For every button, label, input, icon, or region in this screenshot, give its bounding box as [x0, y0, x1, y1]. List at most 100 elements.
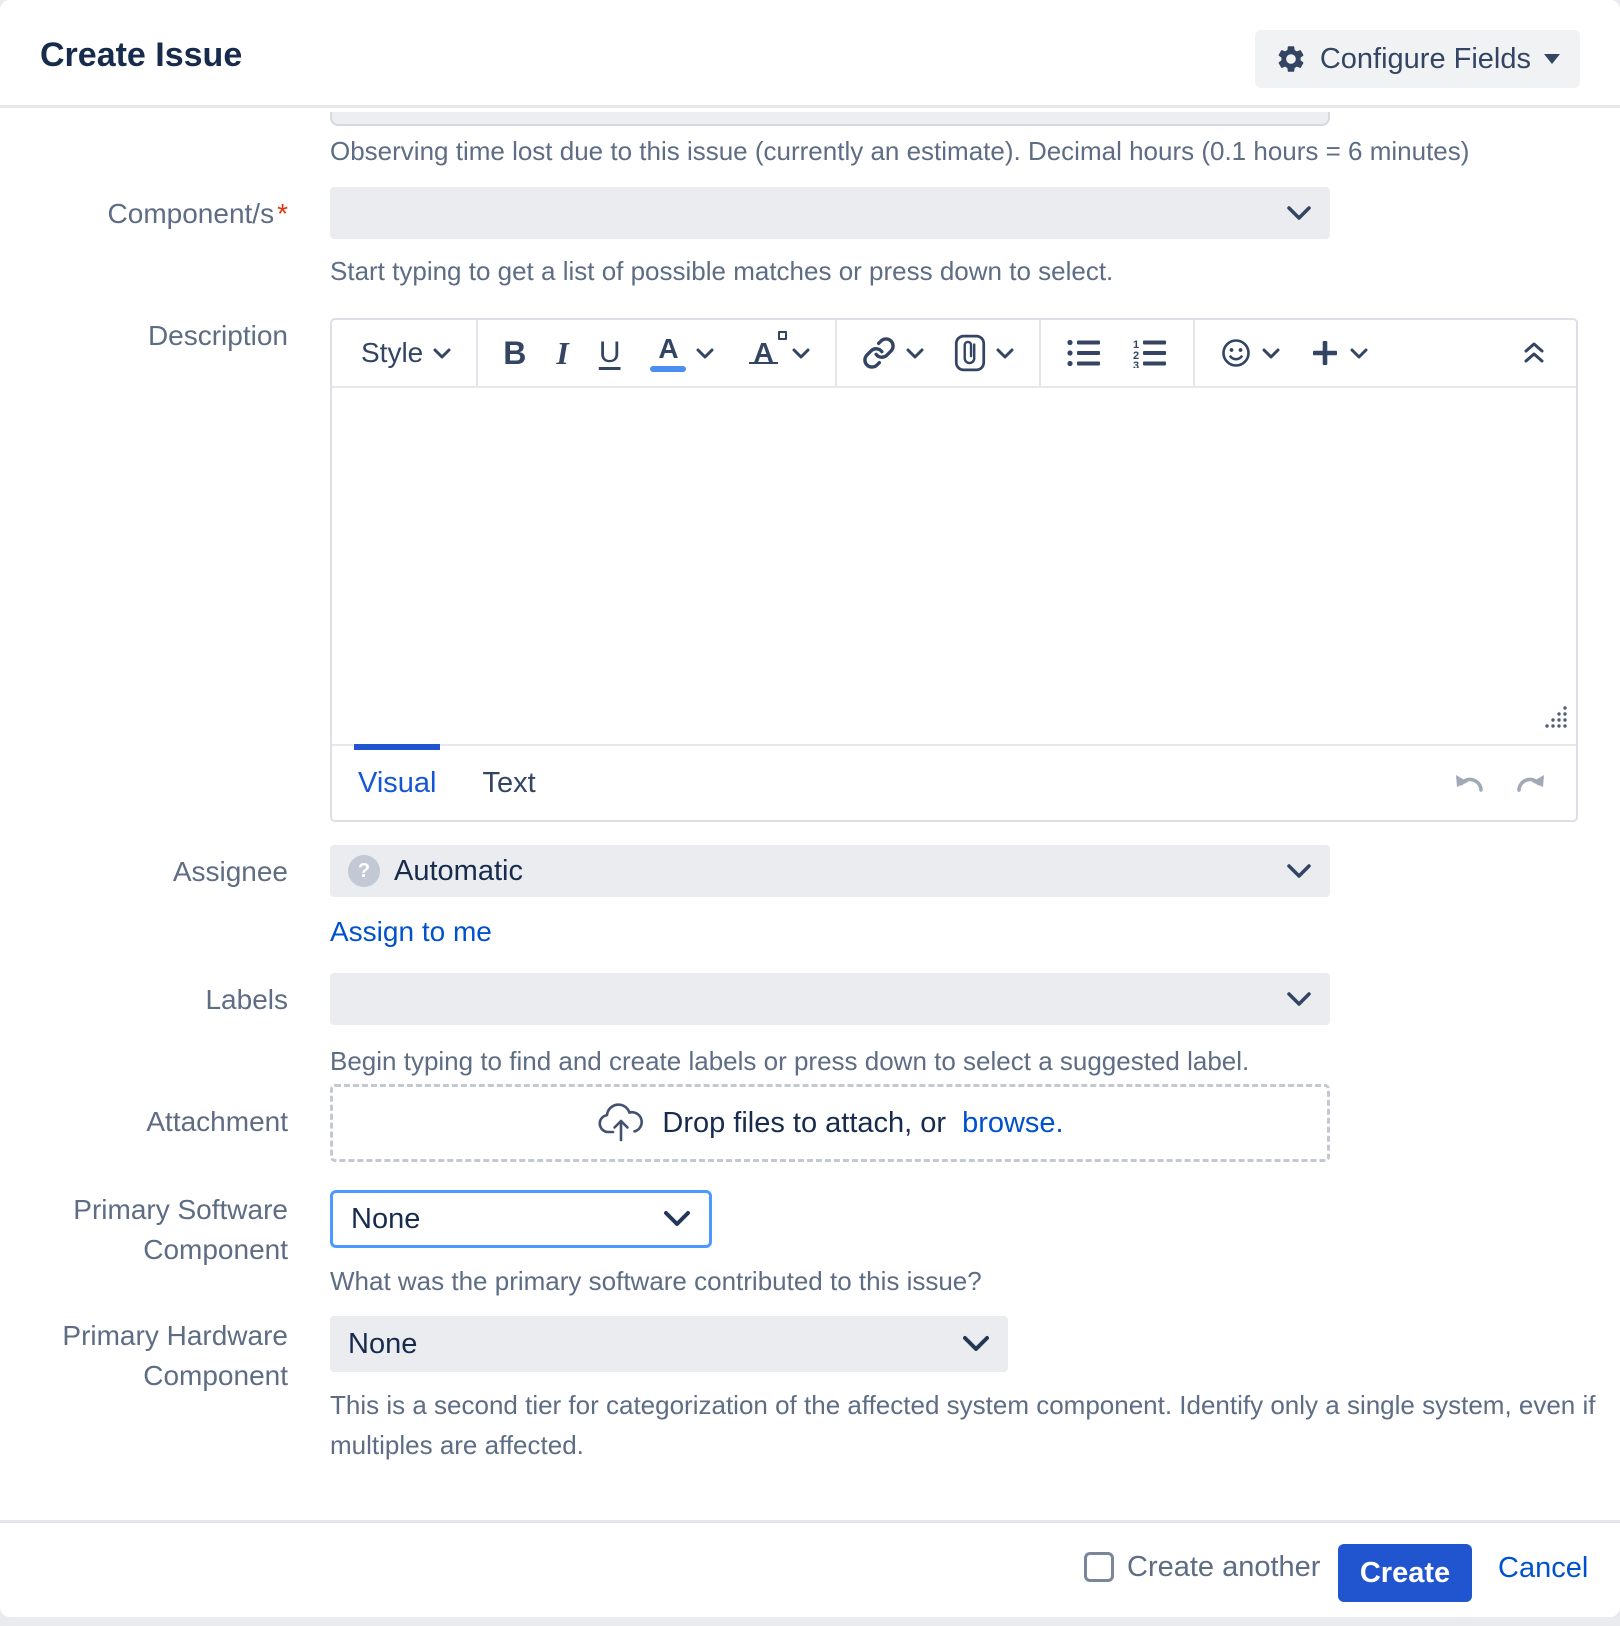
avatar: ? [348, 855, 380, 887]
toolbar-separator [1193, 320, 1195, 386]
resize-grip[interactable] [1544, 705, 1568, 734]
text-color-dropdown[interactable]: A [640, 327, 724, 379]
page-title: Create Issue [40, 36, 242, 75]
caret-down-icon [1544, 54, 1560, 64]
primary-hardware-help-line1: This is a second tier for categorization… [330, 1388, 1596, 1422]
chevron-down-icon [996, 348, 1014, 359]
labels-select[interactable] [330, 973, 1330, 1025]
primary-software-help: What was the primary software contribute… [330, 1264, 982, 1298]
primary-software-label-line1: Primary Software [0, 1192, 288, 1228]
create-another-label: Create another [1127, 1551, 1320, 1584]
numbered-list-button[interactable]: 123 [1122, 327, 1178, 379]
attachment-dropzone[interactable]: Drop files to attach, or browse. [330, 1084, 1330, 1162]
unknown-avatar-glyph: ? [358, 860, 370, 883]
underline-icon: U [599, 336, 621, 370]
toolbar-separator [476, 320, 478, 386]
primary-hardware-select[interactable]: None [330, 1316, 1008, 1372]
editor-footer: Visual Text [332, 744, 1576, 820]
underline-button[interactable]: U [589, 327, 631, 379]
tab-visual-label: Visual [358, 767, 436, 800]
primary-hardware-value: None [348, 1328, 417, 1361]
primary-software-label-line2: Component [0, 1232, 288, 1268]
style-dropdown[interactable]: Style [351, 327, 461, 379]
emoji-dropdown[interactable] [1210, 327, 1290, 379]
chevron-down-icon [1286, 863, 1312, 879]
double-chevron-up-icon [1521, 340, 1547, 366]
editor-toolbar: Style B I U A A [332, 320, 1576, 388]
chevron-down-icon [433, 348, 451, 359]
italic-icon: I [556, 335, 568, 372]
description-textarea[interactable] [332, 388, 1576, 744]
link-icon [862, 336, 896, 370]
redo-icon [1514, 771, 1550, 795]
more-formatting-dropdown[interactable]: A [743, 327, 819, 379]
chevron-down-icon [792, 348, 810, 359]
configure-fields-button[interactable]: Configure Fields [1255, 30, 1580, 88]
time-tracking-help: Observing time lost due to this issue (c… [330, 134, 1469, 168]
create-issue-dialog: Create Issue Configure Fields Observing … [0, 0, 1620, 1617]
bullet-list-icon [1066, 338, 1102, 368]
time-tracking-input-partial[interactable] [330, 112, 1330, 126]
bold-icon: B [503, 335, 526, 372]
chevron-down-icon [1286, 205, 1312, 221]
redo-button[interactable] [1514, 771, 1550, 795]
primary-software-select[interactable]: None [330, 1190, 712, 1248]
chevron-down-icon [1262, 348, 1280, 359]
paperclip-icon [954, 334, 986, 372]
text-color-icon: A [650, 334, 686, 372]
undo-button[interactable] [1450, 771, 1486, 795]
labels-label: Labels [0, 982, 288, 1018]
chevron-down-icon [962, 1335, 990, 1353]
tab-text-label: Text [482, 767, 535, 800]
configure-fields-label: Configure Fields [1320, 43, 1531, 76]
attachment-label: Attachment [0, 1104, 288, 1140]
bullet-list-button[interactable] [1056, 327, 1112, 379]
labels-help: Begin typing to find and create labels o… [330, 1044, 1249, 1078]
cloud-upload-icon [596, 1102, 646, 1144]
cancel-link[interactable]: Cancel [1498, 1552, 1588, 1585]
emoji-icon [1220, 337, 1252, 369]
insert-more-dropdown[interactable] [1300, 327, 1378, 379]
link-dropdown[interactable] [852, 327, 934, 379]
footer-divider [0, 1520, 1620, 1523]
dialog-header: Create Issue Configure Fields [0, 0, 1620, 108]
assignee-value: Automatic [394, 855, 523, 888]
chevron-down-icon [663, 1210, 691, 1228]
assignee-select[interactable]: ? Automatic [330, 845, 1330, 897]
chevron-down-icon [696, 348, 714, 359]
italic-button[interactable]: I [546, 327, 578, 379]
description-editor: Style B I U A A [330, 318, 1578, 822]
toolbar-separator [835, 320, 837, 386]
chevron-down-icon [1350, 348, 1368, 359]
create-another-checkbox[interactable] [1084, 1552, 1114, 1582]
chevron-down-icon [906, 348, 924, 359]
history-controls [1450, 771, 1550, 795]
tab-text[interactable]: Text [482, 746, 535, 820]
primary-hardware-help-line2: multiples are affected. [330, 1428, 584, 1462]
numbered-list-icon: 123 [1132, 338, 1168, 368]
attach-dropdown[interactable] [944, 327, 1024, 379]
components-select[interactable] [330, 187, 1330, 239]
undo-icon [1450, 771, 1486, 795]
advanced-text-icon: A [753, 337, 773, 369]
plus-icon [1310, 338, 1340, 368]
browse-link[interactable]: browse. [962, 1107, 1064, 1140]
components-label-text: Component/s [108, 198, 275, 229]
toolbar-separator [1039, 320, 1041, 386]
assignee-label: Assignee [0, 854, 288, 890]
collapse-toolbar-button[interactable] [1511, 327, 1557, 379]
style-label: Style [361, 337, 423, 369]
drop-files-text: Drop files to attach, or [662, 1107, 946, 1140]
components-help: Start typing to get a list of possible m… [330, 254, 1113, 288]
gear-icon [1275, 43, 1307, 75]
required-asterisk: * [277, 198, 288, 229]
primary-hardware-label-line2: Component [0, 1358, 288, 1394]
components-label: Component/s* [0, 196, 288, 232]
description-label: Description [0, 318, 288, 354]
primary-software-value: None [351, 1203, 420, 1236]
assign-to-me-link[interactable]: Assign to me [330, 916, 492, 948]
chevron-down-icon [1286, 991, 1312, 1007]
tab-visual[interactable]: Visual [358, 746, 436, 820]
create-button[interactable]: Create [1338, 1544, 1472, 1602]
bold-button[interactable]: B [493, 327, 536, 379]
